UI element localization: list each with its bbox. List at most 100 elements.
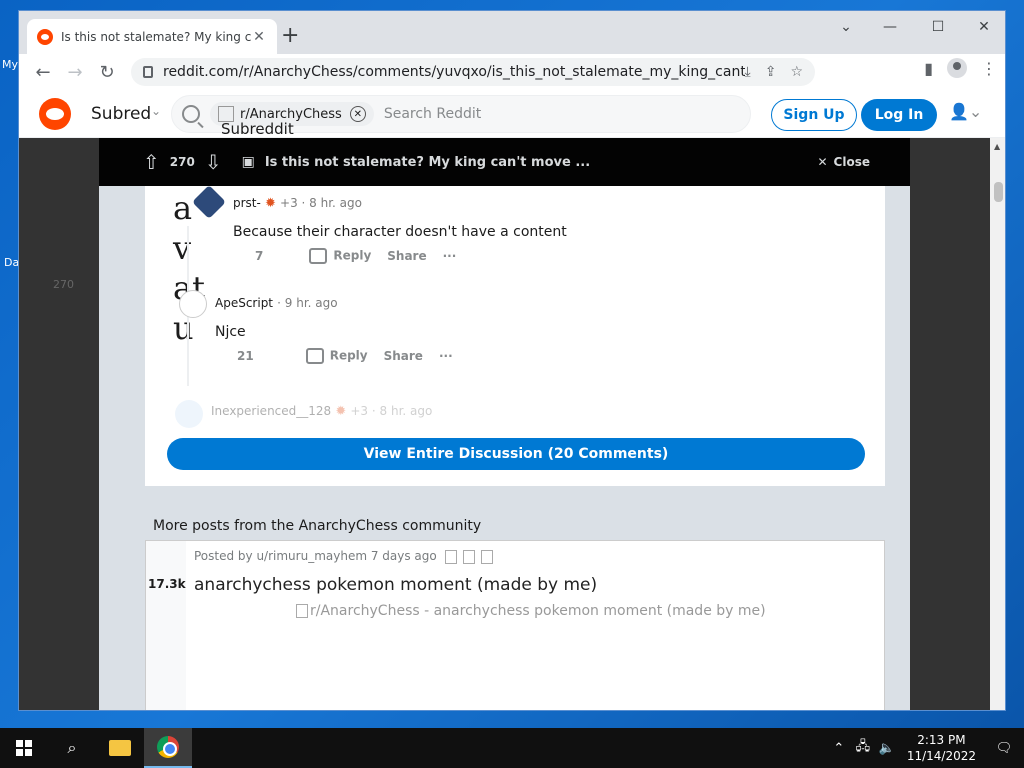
clear-chip-icon[interactable]: ✕ [349, 106, 366, 122]
browser-window: Is this not stalemate? My king ca ✕ + ⌄ … [18, 10, 1006, 711]
lock-icon[interactable] [143, 66, 153, 78]
broken-image-icon [296, 604, 308, 618]
windows-logo-icon [16, 740, 32, 756]
maximize-button[interactable]: ☐ [915, 11, 961, 43]
comment-meta: +3 · 8 hr. ago [280, 196, 362, 210]
upvote-icon[interactable]: ⇧ [143, 150, 160, 174]
comment-actions: 7 Reply Share ··· [255, 248, 456, 264]
user-menu-icon[interactable]: 👤⌄ [949, 102, 982, 121]
award-icon: ✹ [264, 196, 276, 211]
signup-button[interactable]: Sign Up [771, 99, 857, 131]
network-icon[interactable]: 🖧 [851, 737, 875, 759]
post-score: 270 [169, 155, 195, 169]
subreddit-broken-image[interactable]: Subred [91, 104, 151, 124]
system-tray: ⌃ 🖧 🔈 2:13 PM 11/14/2022 🗨 [827, 728, 1024, 768]
tab-search-chevron-icon[interactable]: ⌄ [823, 11, 869, 43]
award-icon [462, 549, 475, 564]
notifications-icon[interactable]: 🗨 [984, 741, 1024, 756]
comment-username[interactable]: ApeScript [215, 296, 273, 310]
post-meta: Posted by u/rimuru_mayhem 7 days ago [194, 549, 495, 564]
comment-username[interactable]: prst- [233, 196, 261, 210]
chrome-taskbar-icon[interactable] [144, 728, 192, 768]
post-title[interactable]: anarchychess pokemon moment (made by me) [194, 575, 597, 595]
modal-header: ⇧ 270 ⇩ ▣ Is this not stalemate? My king… [99, 138, 910, 186]
url-text[interactable]: reddit.com/r/AnarchyChess/comments/yuvqx… [163, 64, 745, 80]
tab-title: Is this not stalemate? My king ca [61, 29, 251, 44]
image-post-icon: ▣ [241, 154, 255, 170]
tab-bar: Is this not stalemate? My king ca ✕ + ⌄ … [19, 11, 1005, 54]
post-card[interactable]: 17.3k Posted by u/rimuru_mayhem 7 days a… [145, 540, 885, 710]
comments-card: avatu prst- ✹ +3 · 8 hr. ago Because the… [145, 185, 885, 486]
browser-tab[interactable]: Is this not stalemate? My king ca ✕ [27, 19, 277, 54]
post-score: 17.3k [148, 577, 186, 591]
user-avatar[interactable] [179, 290, 207, 318]
clock-date: 11/14/2022 [906, 749, 976, 763]
kebab-menu-icon[interactable]: ⋮ [981, 59, 997, 78]
chevron-down-icon[interactable]: ⌄ [151, 104, 161, 118]
volume-icon[interactable]: 🔈 [875, 741, 899, 756]
scroll-up-icon[interactable]: ▲ [994, 142, 1000, 151]
more-posts-heading: More posts from the AnarchyChess communi… [153, 518, 482, 534]
close-tab-icon[interactable]: ✕ [251, 29, 267, 45]
award-icons [444, 549, 495, 564]
file-explorer-icon[interactable] [96, 728, 144, 768]
taskbar: ⌕ ⌃ 🖧 🔈 2:13 PM 11/14/2022 🗨 [0, 728, 1024, 768]
comment-votes: 21 [237, 349, 254, 363]
clock[interactable]: 2:13 PM 11/14/2022 [907, 732, 976, 764]
comment-actions: 21 Reply Share ··· [237, 348, 453, 364]
share-button[interactable]: Share [387, 249, 426, 263]
chevron-up-icon[interactable]: ⌃ [827, 741, 851, 756]
desktop-icon-label: Da [4, 256, 20, 269]
award-icon [444, 549, 457, 564]
close-label: Close [833, 155, 870, 169]
new-tab-button[interactable]: + [281, 23, 299, 48]
browser-toolbar: ← → ↻ reddit.com/r/AnarchyChess/comments… [19, 54, 1005, 90]
share-button[interactable]: Share [384, 349, 423, 363]
reddit-logo-icon[interactable] [39, 98, 71, 130]
install-app-icon[interactable]: ⤓ [745, 64, 751, 80]
user-avatar[interactable] [175, 400, 203, 428]
clock-time: 2:13 PM [917, 733, 966, 747]
comment-body: Njce [215, 324, 246, 340]
close-modal-button[interactable]: ✕ Close [817, 155, 870, 169]
comment-icon [309, 248, 328, 264]
view-entire-discussion-button[interactable]: View Entire Discussion (20 Comments) [167, 438, 865, 470]
comment-meta: · 9 hr. ago [277, 296, 338, 310]
search-icon [182, 105, 200, 123]
bookmark-star-icon[interactable]: ☆ [790, 64, 803, 80]
modal-post-title: Is this not stalemate? My king can't mov… [264, 154, 591, 170]
post-image-broken[interactable]: r/AnarchyChess - anarchychess pokemon mo… [296, 603, 766, 619]
reload-button[interactable]: ↻ [91, 56, 123, 88]
subreddit-label: Subreddit [221, 120, 294, 138]
downvote-icon[interactable]: ⇩ [205, 150, 222, 174]
login-button[interactable]: Log In [861, 99, 937, 131]
forward-button[interactable]: → [59, 56, 91, 88]
reply-button[interactable]: Reply [305, 348, 368, 364]
reply-button[interactable]: Reply [309, 248, 371, 264]
search-taskbar-icon[interactable]: ⌕ [48, 728, 96, 768]
comment-username[interactable]: Inexperienced__128 [211, 404, 331, 418]
reddit-favicon-icon [37, 28, 53, 45]
search-input[interactable]: Search Reddit [384, 106, 481, 122]
post-image-alt: r/AnarchyChess - anarchychess pokemon mo… [310, 603, 766, 619]
back-button[interactable]: ← [27, 56, 59, 88]
comment-icon [305, 348, 324, 364]
share-icon[interactable]: ⇪ [765, 64, 777, 80]
close-window-button[interactable]: ✕ [961, 11, 1005, 43]
start-button[interactable] [0, 728, 48, 768]
comment-meta: +3 · 8 hr. ago [350, 404, 433, 418]
post-author-meta[interactable]: Posted by u/rimuru_mayhem 7 days ago [194, 549, 437, 563]
reddit-page: Subred ⌄ r/AnarchyChess ✕ Search Reddit … [19, 90, 1005, 710]
reddit-header: Subred ⌄ r/AnarchyChess ✕ Search Reddit … [19, 90, 1005, 138]
page-scrollbar[interactable]: ▲ [990, 138, 1005, 710]
side-panel-icon[interactable]: ▮ [924, 59, 933, 78]
more-options-icon[interactable]: ··· [443, 249, 457, 263]
profile-avatar-icon[interactable] [947, 58, 967, 78]
address-bar[interactable]: reddit.com/r/AnarchyChess/comments/yuvqx… [131, 58, 815, 86]
comment-body: Because their character doesn't have a c… [233, 224, 567, 240]
scroll-thumb[interactable] [994, 182, 1003, 202]
more-options-icon[interactable]: ··· [439, 349, 453, 363]
minimize-button[interactable]: — [867, 11, 913, 43]
post-vote-column: 17.3k [146, 541, 186, 710]
desktop-icon-label: My [2, 58, 19, 71]
